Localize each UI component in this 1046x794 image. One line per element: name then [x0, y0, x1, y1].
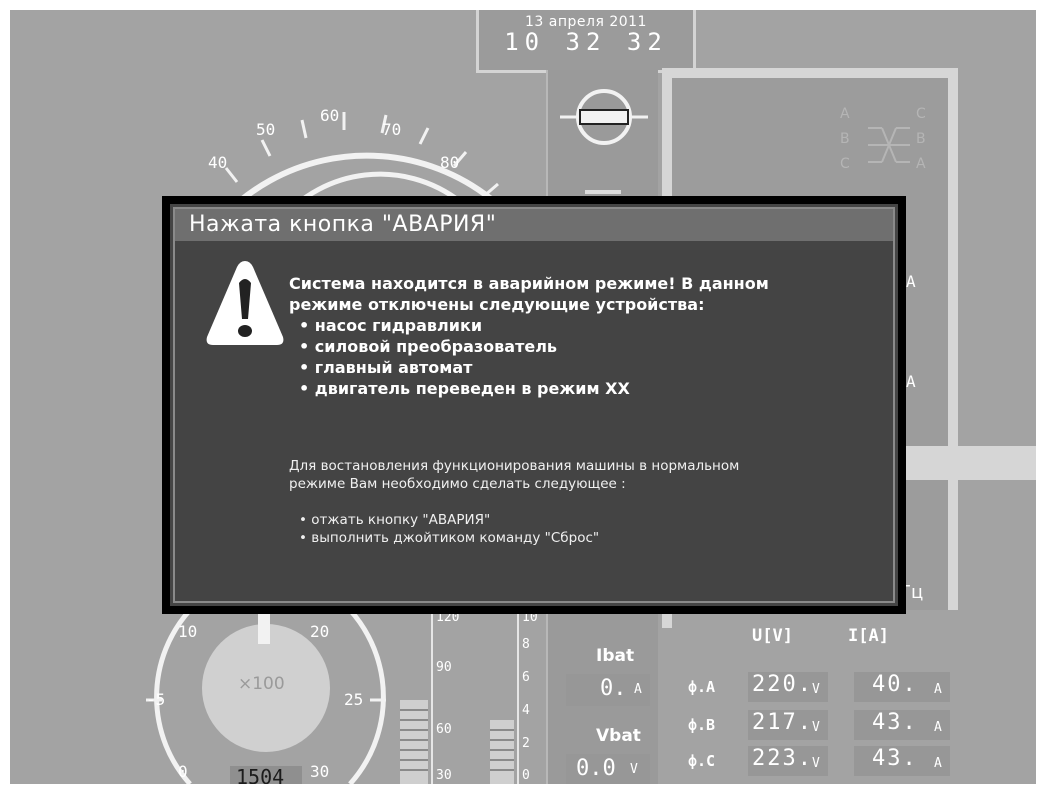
hmi-screen: 40 50 60 70 80 13 апреля 2011 10 32 32 A… — [10, 10, 1036, 784]
phase-c-voltage: 223. — [752, 746, 813, 771]
breaker-icon — [560, 89, 648, 145]
instruction-line-2: режиме Вам необходимо сделать следующее … — [289, 476, 626, 492]
phase-left-a: A — [840, 106, 850, 122]
current-header: I[A] — [848, 626, 889, 646]
instruction-line-1: Для востановления функционирования машин… — [289, 458, 740, 474]
phase-b-voltage-unit: V — [812, 720, 820, 735]
unit-label-a1: A — [906, 272, 916, 291]
device-item: главный автомат — [299, 357, 769, 378]
phase-left-c: C — [840, 156, 850, 172]
phase-a-current-unit: A — [934, 682, 942, 697]
recovery-step: выполнить джойтиком команду "Сброс" — [299, 529, 739, 547]
vbat-display: 0.0 V — [566, 754, 650, 784]
device-item: силовой преобразователь — [299, 336, 769, 357]
phase-left-b: B — [840, 131, 850, 147]
phase-a-voltage-unit: V — [812, 682, 820, 697]
ibat-value: 0. — [600, 676, 627, 701]
phase-right-a: A — [916, 156, 926, 172]
bar-left-60: 60 — [436, 722, 452, 737]
bar-right-6: 6 — [522, 670, 530, 685]
vbat-label: Vbat — [596, 726, 641, 746]
disabled-devices-list: насос гидравлики силовой преобразователь… — [289, 315, 769, 399]
rpm-tick-10: 10 — [178, 622, 198, 641]
phase-c-voltage-unit: V — [812, 756, 820, 771]
ibat-unit: A — [634, 682, 642, 697]
device-item: насос гидравлики — [299, 315, 769, 336]
message-line-1: Система находится в аварийном режиме! В … — [289, 274, 769, 293]
message-line-2: режиме отключены следующие устройства: — [289, 295, 705, 314]
bar-left-30: 30 — [436, 768, 452, 783]
phase-c-current: 43. — [872, 746, 918, 771]
speed-tick-80: 80 — [440, 153, 460, 172]
warning-icon — [206, 261, 284, 345]
device-item: двигатель переведен в режим ХХ — [299, 378, 769, 399]
speed-tick-40: 40 — [208, 153, 228, 172]
rpm-value: 1504 — [236, 765, 285, 784]
phase-right-b: B — [916, 131, 926, 147]
phase-measurements: U[V] I[A] ф.A 220. V 40. A ф.B 217. V 43… — [672, 610, 1036, 784]
phase-b-voltage: 217. — [752, 710, 813, 735]
ibat-display: 0. A — [566, 674, 650, 706]
speed-tick-70: 70 — [382, 120, 402, 139]
speed-tick-60: 60 — [320, 106, 340, 125]
rpm-tick-25: 25 — [344, 690, 364, 709]
emergency-dialog: Нажата кнопка "АВАРИЯ" Система находится… — [162, 196, 906, 614]
phase-right-c: C — [916, 106, 926, 122]
phase-a-voltage: 220. — [752, 672, 813, 697]
time-display: 10 32 32 — [504, 28, 668, 56]
bar-right-2: 2 — [522, 736, 530, 751]
emergency-message: Система находится в аварийном режиме! В … — [289, 273, 769, 399]
unit-label-a2: A — [906, 372, 916, 391]
ibat-label: Ibat — [596, 646, 635, 666]
bar-right-4: 4 — [522, 703, 530, 718]
vbat-value: 0.0 — [576, 756, 616, 781]
recovery-instructions: Для востановления функционирования машин… — [289, 457, 739, 547]
phase-b-label: ф.B — [688, 716, 716, 734]
rpm-tick-5: -5 — [146, 690, 166, 709]
voltage-header: U[V] — [752, 626, 793, 646]
bar-right-8: 8 — [522, 637, 530, 652]
bar-left-90: 90 — [436, 660, 452, 675]
recovery-step: отжать кнопку "АВАРИЯ" — [299, 511, 739, 529]
dialog-title: Нажата кнопка "АВАРИЯ" — [175, 209, 893, 241]
phase-c-label: ф.C — [688, 752, 716, 770]
phase-b-current: 43. — [872, 710, 918, 735]
datetime-panel: 13 апреля 2011 10 32 32 — [476, 10, 696, 73]
phase-b-current-unit: A — [934, 720, 942, 735]
bar-right-0: 0 — [522, 768, 530, 783]
rpm-multiplier: ×100 — [238, 674, 285, 694]
rpm-tick-0: 0 — [178, 762, 188, 781]
speed-tick-50: 50 — [256, 120, 276, 139]
rpm-tick-30: 30 — [310, 762, 330, 781]
center-divider — [585, 190, 621, 194]
phase-a-current: 40. — [872, 672, 918, 697]
rpm-tick-20: 20 — [310, 622, 330, 641]
phase-a-label: ф.A — [688, 678, 716, 696]
dialog-body: Нажата кнопка "АВАРИЯ" Система находится… — [173, 207, 895, 603]
phase-rotation-icon — [868, 127, 910, 163]
recovery-steps-list: отжать кнопку "АВАРИЯ" выполнить джойтик… — [289, 511, 739, 547]
phase-c-current-unit: A — [934, 756, 942, 771]
vbat-unit: V — [630, 762, 638, 777]
